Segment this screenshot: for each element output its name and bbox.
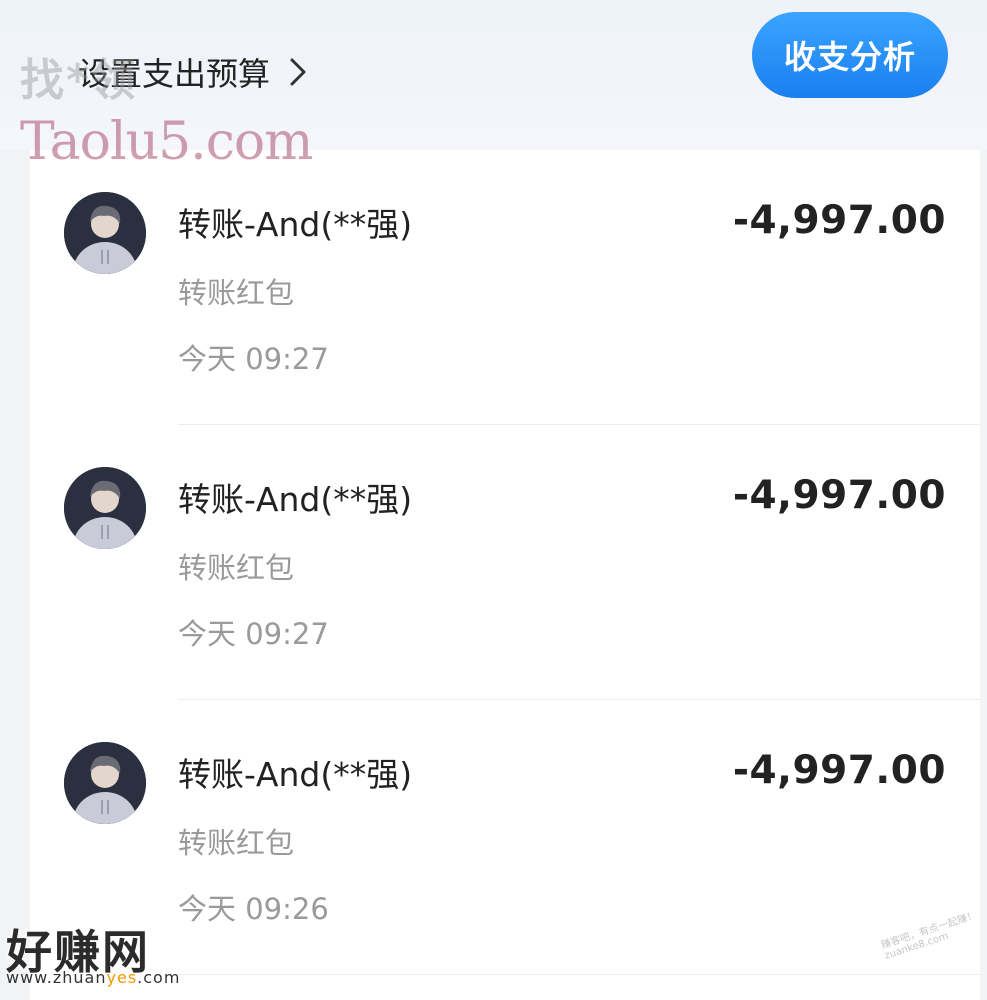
income-expense-analysis-button[interactable]: 收支分析 [752,12,948,98]
watermark-url-part: www.zhuan [6,968,107,987]
transaction-time: 今天 09:27 [178,342,329,376]
transaction-subtitle: 转账红包 [178,826,295,860]
bill-page: 设置支出预算 收支分析 转账-And(**强) 转账红包 今天 09:27 -4… [0,0,987,1000]
transaction-amount: -4,997.00 [732,198,946,243]
transaction-row[interactable]: 转账-And(**强) 转账红包 今天 09:27 -4,997.00 [30,150,980,425]
transaction-row[interactable]: 转账-And(**强) 转账红包 今天 09:26 -4,997.00 [30,700,980,975]
user-avatar [64,467,146,549]
transaction-row[interactable]: 转账-And(**强) 转账红包 今天 09:27 -4,997.00 [30,425,980,700]
transaction-amount: -4,997.00 [732,473,946,518]
row-divider [178,974,980,975]
transaction-subtitle: 转账红包 [178,276,295,310]
transaction-title: 转账-And(**强) [178,205,413,244]
transaction-amount: -4,997.00 [732,748,946,793]
transaction-time: 今天 09:26 [178,892,329,926]
watermark-top-en: Taolu5.com [20,112,313,172]
watermark-bottom-url: www.zhuanyes.com [6,968,180,987]
transaction-list: 转账-And(**强) 转账红包 今天 09:27 -4,997.00 转账-A… [30,150,980,1000]
analysis-button-label: 收支分析 [783,38,916,76]
chevron-right-icon [288,48,314,96]
user-avatar [64,742,146,824]
transaction-title: 转账-And(**强) [178,480,413,519]
watermark-top-cn: 找*领 [20,55,138,106]
transaction-title: 转账-And(**强) [178,755,413,794]
watermark-url-highlight: yes [106,968,138,987]
watermark-url-part: .com [137,968,181,987]
user-avatar [64,192,146,274]
transaction-subtitle: 转账红包 [178,551,295,585]
transaction-time: 今天 09:27 [178,617,329,651]
